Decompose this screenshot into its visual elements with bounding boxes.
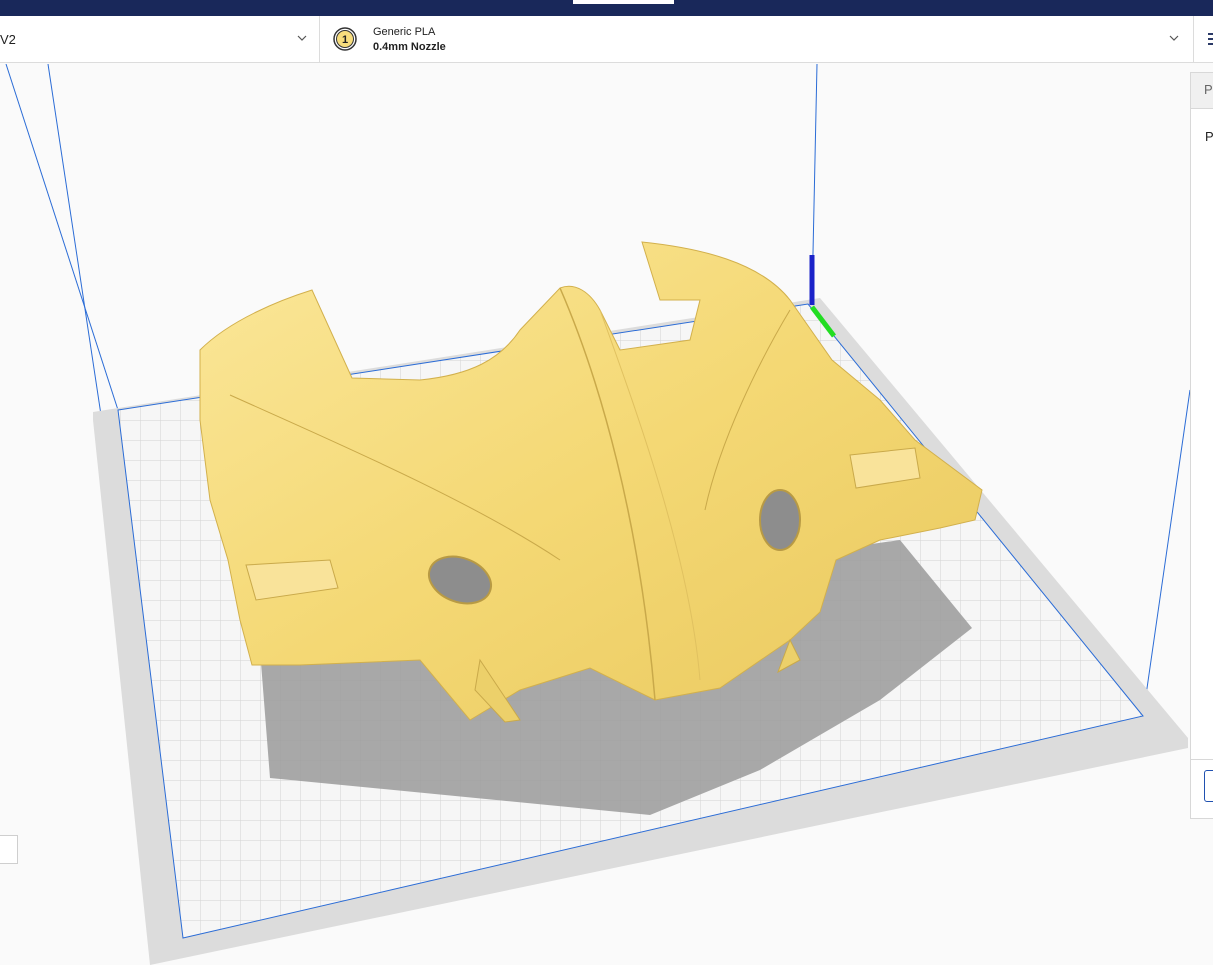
printer-name: V2 bbox=[0, 32, 16, 47]
print-settings-panel: Pr P bbox=[1190, 72, 1213, 819]
panel-tab[interactable]: Pr bbox=[1191, 73, 1213, 109]
hamburger-menu-icon[interactable] bbox=[1197, 16, 1213, 63]
build-volume-edge bbox=[5, 64, 119, 411]
3d-viewport[interactable] bbox=[0, 64, 1213, 965]
extruder-number-icon: 1 bbox=[333, 27, 357, 51]
viewport-control-box[interactable] bbox=[0, 835, 18, 864]
chevron-down-icon bbox=[1169, 35, 1179, 41]
extruder-selector[interactable]: 1 Generic PLA 0.4mm Nozzle bbox=[320, 16, 1194, 63]
scene bbox=[5, 64, 1191, 965]
extruder-index: 1 bbox=[342, 34, 348, 46]
build-volume-edge bbox=[1142, 389, 1191, 717]
printer-toolbar: V2 1 Generic PLA 0.4mm Nozzle bbox=[0, 16, 1213, 63]
panel-divider bbox=[1191, 759, 1213, 760]
active-stage-tab-indicator[interactable] bbox=[573, 0, 674, 4]
nozzle-size: 0.4mm Nozzle bbox=[373, 41, 446, 53]
panel-label: P bbox=[1205, 129, 1213, 144]
material-name: Generic PLA bbox=[373, 26, 436, 38]
chevron-down-icon bbox=[297, 35, 307, 41]
window-title-bar bbox=[0, 0, 1213, 16]
panel-action-button[interactable] bbox=[1204, 770, 1213, 802]
printer-selector[interactable]: V2 bbox=[0, 16, 320, 63]
